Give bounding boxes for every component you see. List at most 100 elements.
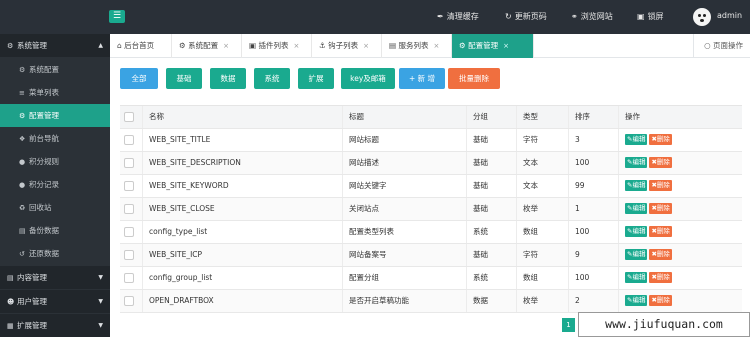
sidebar-item-label: 配置管理 <box>29 111 59 120</box>
delete-button[interactable]: ✖删除 <box>649 134 672 145</box>
row-checkbox[interactable] <box>124 204 134 214</box>
cell-sort: 9 <box>568 244 618 266</box>
delete-label: 删除 <box>656 181 670 189</box>
main-content: 全部 基础 数据 系统 扩展 key及邮箱 + 新 增 批量删除 名称 标题 分… <box>110 58 750 337</box>
delete-button[interactable]: ✖删除 <box>649 249 672 260</box>
update-pages-button[interactable]: ↻ 更新页码 <box>505 11 547 22</box>
sidebar-item-user-management[interactable]: ☻ 用户管理 ▼ <box>0 290 110 313</box>
delete-button[interactable]: ✖删除 <box>649 180 672 191</box>
delete-button[interactable]: ✖删除 <box>649 272 672 283</box>
row-checkbox[interactable] <box>124 158 134 168</box>
row-checkbox[interactable] <box>124 273 134 283</box>
tab-system-config[interactable]: ⚙ 系统配置 × <box>172 34 242 58</box>
tab-hook-list[interactable]: ⚓ 钩子列表 × <box>312 34 382 58</box>
lock-screen-label: 锁屏 <box>647 12 664 21</box>
close-icon[interactable]: × <box>223 42 229 50</box>
tab-home[interactable]: ⌂ 后台首页 <box>110 34 172 58</box>
sidebar-item-points-rules[interactable]: ● 积分规则 <box>0 150 110 173</box>
sidebar-item-points-records[interactable]: ● 积分记录 <box>0 173 110 196</box>
sidebar-item-menu-list[interactable]: ≡ 菜单列表 <box>0 81 110 104</box>
close-icon[interactable]: × <box>433 42 439 50</box>
delete-button[interactable]: ✖删除 <box>649 203 672 214</box>
lock-screen-button[interactable]: ▣ 锁屏 <box>637 11 664 22</box>
row-checkbox[interactable] <box>124 135 134 145</box>
tab-service-list[interactable]: ▤ 服务列表 × <box>382 34 452 58</box>
row-checkbox[interactable] <box>124 181 134 191</box>
edit-button[interactable]: ✎编辑 <box>625 272 648 283</box>
compass-icon: ❖ <box>19 135 26 143</box>
wrench-icon: ⚙ <box>7 42 14 50</box>
sidebar-item-system-management[interactable]: ⚙ 系统管理 ▲ <box>0 34 110 57</box>
filter-extension-button[interactable]: 扩展 <box>298 68 334 89</box>
tab-label: 系统配置 <box>188 41 219 50</box>
sidebar-item-recycle-bin[interactable]: ♻ 回收站 <box>0 196 110 219</box>
row-checkbox[interactable] <box>124 296 134 306</box>
sidebar-item-extension-management[interactable]: ▦ 扩展管理 ▼ <box>0 314 110 337</box>
batch-delete-button[interactable]: 批量删除 <box>448 68 500 89</box>
cell-group: 基础 <box>466 152 516 174</box>
column-header: 操作 <box>618 106 742 128</box>
cell-title: 配置分组 <box>342 267 466 289</box>
sidebar-item-label: 备份数据 <box>29 226 59 235</box>
page-operations-button[interactable]: ○ 页面操作 <box>693 34 750 58</box>
close-icon[interactable]: × <box>293 42 299 50</box>
cell-title: 网站标题 <box>342 129 466 151</box>
sidebar-item-config-management[interactable]: ⚙ 配置管理 <box>0 104 110 127</box>
close-icon[interactable]: × <box>503 42 509 50</box>
delete-button[interactable]: ✖删除 <box>649 295 672 306</box>
clear-cache-button[interactable]: ✒ 清理缓存 <box>437 11 479 22</box>
tab-config-management[interactable]: ⚙ 配置管理 × <box>452 34 534 58</box>
sidebar-item-backup-data[interactable]: ▤ 备份数据 <box>0 219 110 242</box>
pagination-current-page[interactable]: 1 <box>562 318 575 332</box>
hamburger-icon[interactable]: ☰ <box>109 10 125 23</box>
avatar[interactable] <box>693 8 711 26</box>
edit-button[interactable]: ✎编辑 <box>625 295 648 306</box>
filter-data-button[interactable]: 数据 <box>210 68 246 89</box>
list-icon: ≡ <box>19 89 25 97</box>
sidebar-item-label: 积分记录 <box>29 180 59 189</box>
username[interactable]: admin <box>717 11 742 20</box>
filter-key-email-button[interactable]: key及邮箱 <box>341 68 395 89</box>
filter-system-button[interactable]: 系统 <box>254 68 290 89</box>
edit-button[interactable]: ✎编辑 <box>625 249 648 260</box>
cell-actions: ✎编辑 ✖删除 <box>618 152 742 174</box>
tab-label: 服务列表 <box>398 41 429 50</box>
sidebar-item-content-management[interactable]: ▤ 内容管理 ▼ <box>0 266 110 289</box>
column-header: 排序 <box>568 106 618 128</box>
chevron-down-icon: ▼ <box>98 298 103 305</box>
edit-button[interactable]: ✎编辑 <box>625 134 648 145</box>
sidebar-item-front-nav[interactable]: ❖ 前台导航 <box>0 127 110 150</box>
sidebar-item-system-config[interactable]: ⚙ 系统配置 <box>0 58 110 81</box>
delete-button[interactable]: ✖删除 <box>649 157 672 168</box>
add-new-button[interactable]: + 新 增 <box>399 68 445 89</box>
edit-button[interactable]: ✎编辑 <box>625 203 648 214</box>
delete-label: 删除 <box>656 227 670 235</box>
edit-button[interactable]: ✎编辑 <box>625 226 648 237</box>
row-checkbox[interactable] <box>124 250 134 260</box>
sidebar-item-label: 内容管理 <box>17 273 47 282</box>
close-icon[interactable]: × <box>363 42 369 50</box>
sidebar-item-label: 菜单列表 <box>29 88 59 97</box>
cell-group: 基础 <box>466 129 516 151</box>
select-all-cell <box>120 106 142 128</box>
cell-name: WEB_SITE_ICP <box>142 244 342 266</box>
sidebar-item-restore-data[interactable]: ↺ 还原数据 <box>0 242 110 265</box>
cell-name: config_type_list <box>142 221 342 243</box>
select-all-checkbox[interactable] <box>124 112 134 122</box>
edit-button[interactable]: ✎编辑 <box>625 157 648 168</box>
browse-site-button[interactable]: ⚭ 浏览网站 <box>571 11 613 22</box>
delete-button[interactable]: ✖删除 <box>649 226 672 237</box>
cell-group: 数据 <box>466 290 516 312</box>
tab-plugin-list[interactable]: ▣ 插件列表 × <box>242 34 312 58</box>
cogs-icon: ⚙ <box>459 41 466 50</box>
filter-basic-button[interactable]: 基础 <box>166 68 202 89</box>
database-icon: ▤ <box>19 227 26 235</box>
refresh-icon: ↻ <box>505 12 512 21</box>
server-icon: ▤ <box>389 41 397 50</box>
lock-icon: ▣ <box>637 12 645 21</box>
row-checkbox[interactable] <box>124 227 134 237</box>
edit-button[interactable]: ✎编辑 <box>625 180 648 191</box>
sidebar-item-label: 系统管理 <box>17 41 47 50</box>
top-navbar: ☰ ✒ 清理缓存 ↻ 更新页码 ⚭ 浏览网站 ▣ 锁屏 admin <box>0 0 750 34</box>
filter-all-button[interactable]: 全部 <box>120 68 158 89</box>
